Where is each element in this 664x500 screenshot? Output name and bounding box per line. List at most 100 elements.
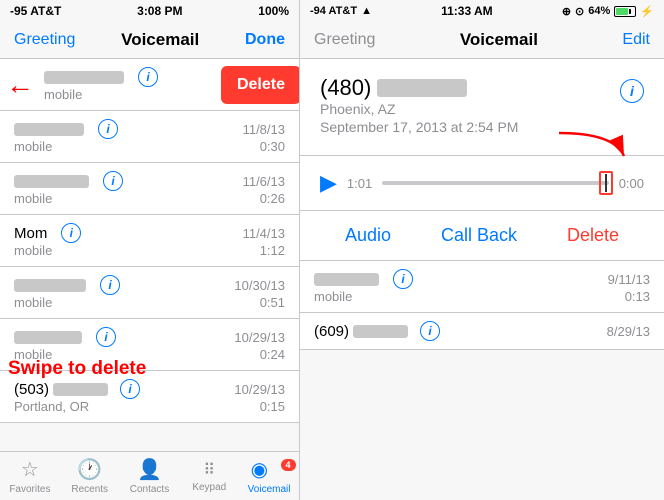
vm-type-6: mobile [14,347,52,362]
voicemail-item-2[interactable]: i 11/8/13 mobile 0:30 [0,111,299,163]
right-battery-icon [614,6,636,17]
vm-date-5: 10/30/13 [234,278,285,293]
audio-button[interactable]: Audio [345,225,391,246]
info-icon-mom[interactable]: i [61,223,81,243]
info-icon-503[interactable]: i [120,379,140,399]
voicemail-detail: (480) Phoenix, AZ September 17, 2013 at … [300,59,664,156]
right-info-icon-1[interactable]: i [393,269,413,289]
info-icon-3[interactable]: i [103,171,123,191]
right-delete-button[interactable]: Delete [567,225,619,246]
vm-duration-3: 0:26 [260,191,285,206]
tab-recents-label: Recents [71,484,108,495]
vm-type-5: mobile [14,295,52,310]
info-icon-6[interactable]: i [96,327,116,347]
left-status-bar: -95 AT&T 3:08 PM 100% [0,0,299,22]
voicemail-item-3[interactable]: i 11/6/13 mobile 0:26 [0,163,299,215]
voicemail-item-5[interactable]: i 10/30/13 mobile 0:51 [0,267,299,319]
right-time: 11:33 AM [441,4,493,18]
info-icon-5[interactable]: i [100,275,120,295]
tab-contacts[interactable]: 👤 Contacts [120,457,180,495]
right-vm-duration-1: 0:13 [625,289,650,304]
left-carrier: -95 AT&T [10,4,61,18]
playback-row: ▶ 1:01 0:00 [300,156,664,211]
tab-keypad[interactable]: ⠿ Keypad [179,460,239,493]
caller-name-blurred-1 [44,71,124,84]
right-status-bar: -94 AT&T ▲ 11:33 AM ⊕ ⊙ 64% ⚡ [300,0,664,22]
right-vm-type-1: mobile [314,289,352,304]
keypad-icon: ⠿ [203,460,215,480]
right-vm-date-2: 8/29/13 [607,324,650,339]
left-done-button[interactable]: Done [245,31,285,49]
contacts-icon: 👤 [137,457,162,482]
caller-date: September 17, 2013 at 2:54 PM [320,119,518,135]
progress-bar[interactable] [382,181,608,185]
vm-duration-2: 0:30 [260,139,285,154]
vm-date-3: 11/6/13 [243,174,285,189]
right-caller-blurred-2 [353,325,408,338]
caller-number-blurred [377,79,467,97]
vm-date-2: 11/8/13 [243,122,285,137]
recents-icon: 🕐 [77,457,102,482]
callback-button[interactable]: Call Back [441,225,517,246]
caller-number-prefix: (480) [320,75,371,101]
left-greeting-button[interactable]: Greeting [14,31,75,49]
right-wifi-icon: ▲ [361,5,372,17]
tab-keypad-label: Keypad [192,482,226,493]
right-charging-icon: ⚡ [640,5,654,18]
right-nav-title: Voicemail [460,30,538,50]
vm-duration-mom: 1:12 [260,243,285,258]
voicemail-item-6[interactable]: i 10/29/13 mobile 0:24 [0,319,299,371]
right-status-left: -94 AT&T ▲ [310,5,372,17]
right-voicemail-item-1[interactable]: i 9/11/13 mobile 0:13 [300,261,664,313]
action-buttons-row: Audio Call Back Delete [300,211,664,261]
caller-info-row: (480) Phoenix, AZ September 17, 2013 at … [320,75,644,135]
tab-contacts-label: Contacts [130,484,169,495]
vm-type-2: mobile [14,139,52,154]
right-alarm-icon: ⊕ [562,5,571,18]
voicemail-item-503[interactable]: (503) i 10/29/13 Portland, OR 0:15 [0,371,299,423]
left-voicemail-list: ← i 11/22/13 mobile 0:29 Delete i [0,59,299,451]
caller-name-blurred-6 [14,331,82,344]
vm-type-3: mobile [14,191,52,206]
tab-favorites-label: Favorites [9,484,50,495]
vm-duration-6: 0:24 [260,347,285,362]
vm-duration-503: 0:15 [260,399,285,414]
time-remaining: 0:00 [619,176,644,191]
caller-info-left: (480) Phoenix, AZ September 17, 2013 at … [320,75,518,135]
detail-info-icon[interactable]: i [620,79,644,103]
time-elapsed: 1:01 [347,176,372,191]
vm-type-1: mobile [44,87,82,102]
scrubber-highlight [599,171,613,195]
tab-voicemail[interactable]: ◉ 4 Voicemail [239,457,299,495]
caller-name-blurred-2 [14,123,84,136]
vm-date-6: 10/29/13 [234,330,285,345]
right-greeting-button[interactable]: Greeting [314,31,375,49]
voicemail-badge: 4 [281,459,296,471]
right-edit-button[interactable]: Edit [622,31,650,49]
tab-voicemail-label: Voicemail [248,484,291,495]
voicemail-item-mom[interactable]: Mom i 11/4/13 mobile 1:12 [0,215,299,267]
right-panel: -94 AT&T ▲ 11:33 AM ⊕ ⊙ 64% ⚡ Greeting V… [300,0,664,500]
left-time: 3:08 PM [137,4,182,18]
delete-button-1[interactable]: Delete [221,66,299,104]
caller-name-mom: Mom [14,225,47,242]
vm-type-mom: mobile [14,243,52,258]
favorites-icon: ☆ [21,457,39,482]
voicemail-item-1[interactable]: ← i 11/22/13 mobile 0:29 Delete [0,59,299,111]
right-info-icon-2[interactable]: i [420,321,440,341]
info-icon-2[interactable]: i [98,119,118,139]
caller-name-blurred-503 [53,383,108,396]
battery-fill [616,8,628,15]
right-voicemail-item-2[interactable]: (609) i 8/29/13 [300,313,664,350]
right-voicemail-list: i 9/11/13 mobile 0:13 (609) i 8/29/13 [300,261,664,500]
vm-date-mom: 11/4/13 [243,226,285,241]
right-caller-blurred-1 [314,273,379,286]
vm-date-503: 10/29/13 [234,382,285,397]
play-button[interactable]: ▶ [320,170,337,196]
info-icon-1[interactable]: i [138,67,158,87]
caller-location: Phoenix, AZ [320,101,518,117]
tab-recents[interactable]: 🕐 Recents [60,457,120,495]
left-arrow-icon: ← [6,69,34,101]
vm-duration-5: 0:51 [260,295,285,310]
tab-favorites[interactable]: ☆ Favorites [0,457,60,495]
